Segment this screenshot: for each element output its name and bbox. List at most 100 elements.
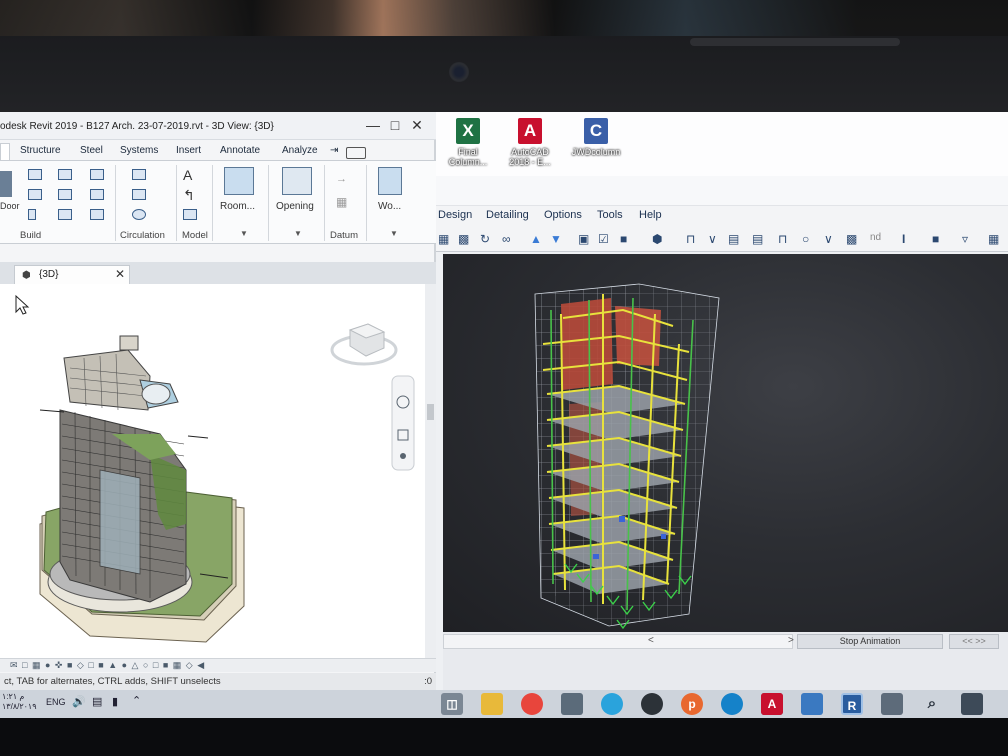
model-group-icon[interactable] [183,209,197,220]
stair-icon[interactable] [132,209,146,220]
minimize-button[interactable]: — [364,117,382,133]
view-tab-3d[interactable]: ⬢ {3D} ✕ [14,265,130,284]
revit-vertical-scrollbar[interactable] [425,284,436,658]
edge-icon[interactable] [721,693,743,715]
language-indicator[interactable]: ENG [46,697,66,707]
ramp-icon[interactable] [132,189,146,200]
curtain-grid-icon[interactable] [90,189,104,200]
menu-help[interactable]: Help [639,209,662,221]
menu-tools[interactable]: Tools [597,209,623,221]
scroll-left-icon[interactable]: < [648,635,654,646]
chevron-down-icon[interactable]: ▼ [240,229,248,238]
checkbox-icon[interactable]: ☑ [598,232,609,246]
plan-icon[interactable]: ▦ [438,232,449,246]
elevation-icon[interactable]: ▩ [458,232,469,246]
cube-icon[interactable]: ⬢ [652,232,662,246]
more-icon[interactable]: ▦ [988,232,999,246]
room-label[interactable]: Room... [220,201,255,212]
railing-icon[interactable] [132,169,146,180]
ceiling-icon[interactable] [58,189,72,200]
stop-animation-button[interactable]: Stop Animation [797,634,943,649]
battery-icon[interactable]: ▮ [112,695,118,708]
tab-toggle-icon[interactable] [346,147,366,159]
menu-options[interactable]: Options [544,209,582,221]
tab-overflow[interactable]: ⇥ [330,145,338,156]
menu-design[interactable]: Design [438,209,472,221]
nd-label[interactable]: nd [870,232,881,243]
model-line-icon[interactable]: ↰ [183,187,195,204]
curtain-system-icon[interactable] [90,169,104,180]
menu-detailing[interactable]: Detailing [486,209,529,221]
arrow-up-icon[interactable]: ▲ [530,232,542,246]
desktop-icon-autocad[interactable]: A AutoCAD 2018 - E... [500,118,560,167]
room-icon[interactable] [224,167,254,195]
slab-icon[interactable]: ■ [932,232,939,246]
pdf-icon[interactable]: p [681,693,703,715]
wall-icon[interactable]: ▤ [728,232,739,246]
frame-icon[interactable]: ⊓ [686,232,695,246]
floor-icon[interactable] [58,209,72,220]
desktop-icon-excel[interactable]: X Final Column... [438,118,498,167]
opening-icon[interactable] [282,167,312,195]
tab-annotate[interactable]: Annotate [220,145,260,156]
arrow-down-icon[interactable]: ▼ [550,232,562,246]
horizontal-scrollbar[interactable]: < > [443,634,794,649]
beam-icon[interactable]: I [902,232,905,246]
work-plane-icon[interactable] [378,167,402,195]
brace-icon[interactable]: ∨ [708,232,717,246]
network-icon[interactable]: ▤ [92,695,102,708]
chrome-icon[interactable] [521,693,543,715]
tab-structure[interactable]: Structure [20,145,61,156]
revit-taskbar-icon[interactable]: R [841,693,863,715]
tab-insert[interactable]: Insert [176,145,201,156]
clock[interactable]: م ١:٢١ ١٣/٨/٢٠١٩ [2,692,37,712]
select-icon[interactable]: ▣ [578,232,589,246]
view-tab-close-icon[interactable]: ✕ [115,267,125,281]
etabs-3d-model-view[interactable] [443,254,1008,632]
maximize-button[interactable]: □ [386,117,404,133]
component-icon[interactable] [28,189,42,200]
tab-steel[interactable]: Steel [80,145,103,156]
column-draw-icon[interactable]: ⊓ [778,232,787,246]
tab-systems[interactable]: Systems [120,145,158,156]
tab-architecture[interactable] [0,143,10,160]
view-control-bar[interactable]: ✉ □ ▦ ● ✜ ■ ◇ □ ■ ▲ ● △ ○ □ ■ ▦ ◇ ◀ [0,658,436,672]
autocad-taskbar-icon[interactable]: A [761,693,783,715]
link-icon[interactable]: ∨ [824,232,833,246]
windows-icon[interactable] [961,693,983,715]
area-icon[interactable]: ▩ [846,232,857,246]
filter-icon[interactable]: ▿ [962,232,968,246]
point-icon[interactable]: ○ [802,232,809,246]
level-icon[interactable]: → [336,173,347,185]
media-icon[interactable] [641,693,663,715]
rotate-icon[interactable]: ↻ [480,232,490,246]
chevron-up-icon[interactable]: ⌃ [132,694,141,707]
mullion-icon[interactable] [90,209,104,220]
telegram-icon[interactable] [601,693,623,715]
settings-icon[interactable] [881,693,903,715]
folder-icon[interactable] [801,693,823,715]
column-icon[interactable] [28,209,36,220]
store-icon[interactable] [561,693,583,715]
close-button[interactable]: ✕ [408,117,426,134]
door-icon[interactable] [0,171,12,197]
roof-icon[interactable] [58,169,72,180]
step-arrows[interactable]: << >> [949,634,999,649]
search-icon[interactable]: ⌕ [921,693,943,715]
opening-label[interactable]: Opening [276,201,314,212]
chevron-down-icon[interactable]: ▼ [390,229,398,238]
stairs-icon[interactable]: ▤ [752,232,763,246]
chevron-down-icon[interactable]: ▼ [294,229,302,238]
desktop-icon-column[interactable]: C JWDcolumn [566,118,626,157]
glasses-icon[interactable]: ∞ [502,232,511,246]
file-explorer-icon[interactable] [481,693,503,715]
scroll-right-icon[interactable]: > [788,635,794,646]
scrollbar-thumb[interactable] [427,404,434,420]
tab-analyze[interactable]: Analyze [282,145,318,156]
volume-icon[interactable]: 🔊 [72,695,86,708]
window-icon[interactable] [28,169,42,180]
model-text-icon[interactable]: A [183,167,192,183]
assign-icon[interactable]: ■ [620,232,627,246]
work-plane-label[interactable]: Wo... [378,201,401,212]
task-view-icon[interactable]: ◫ [441,693,463,715]
